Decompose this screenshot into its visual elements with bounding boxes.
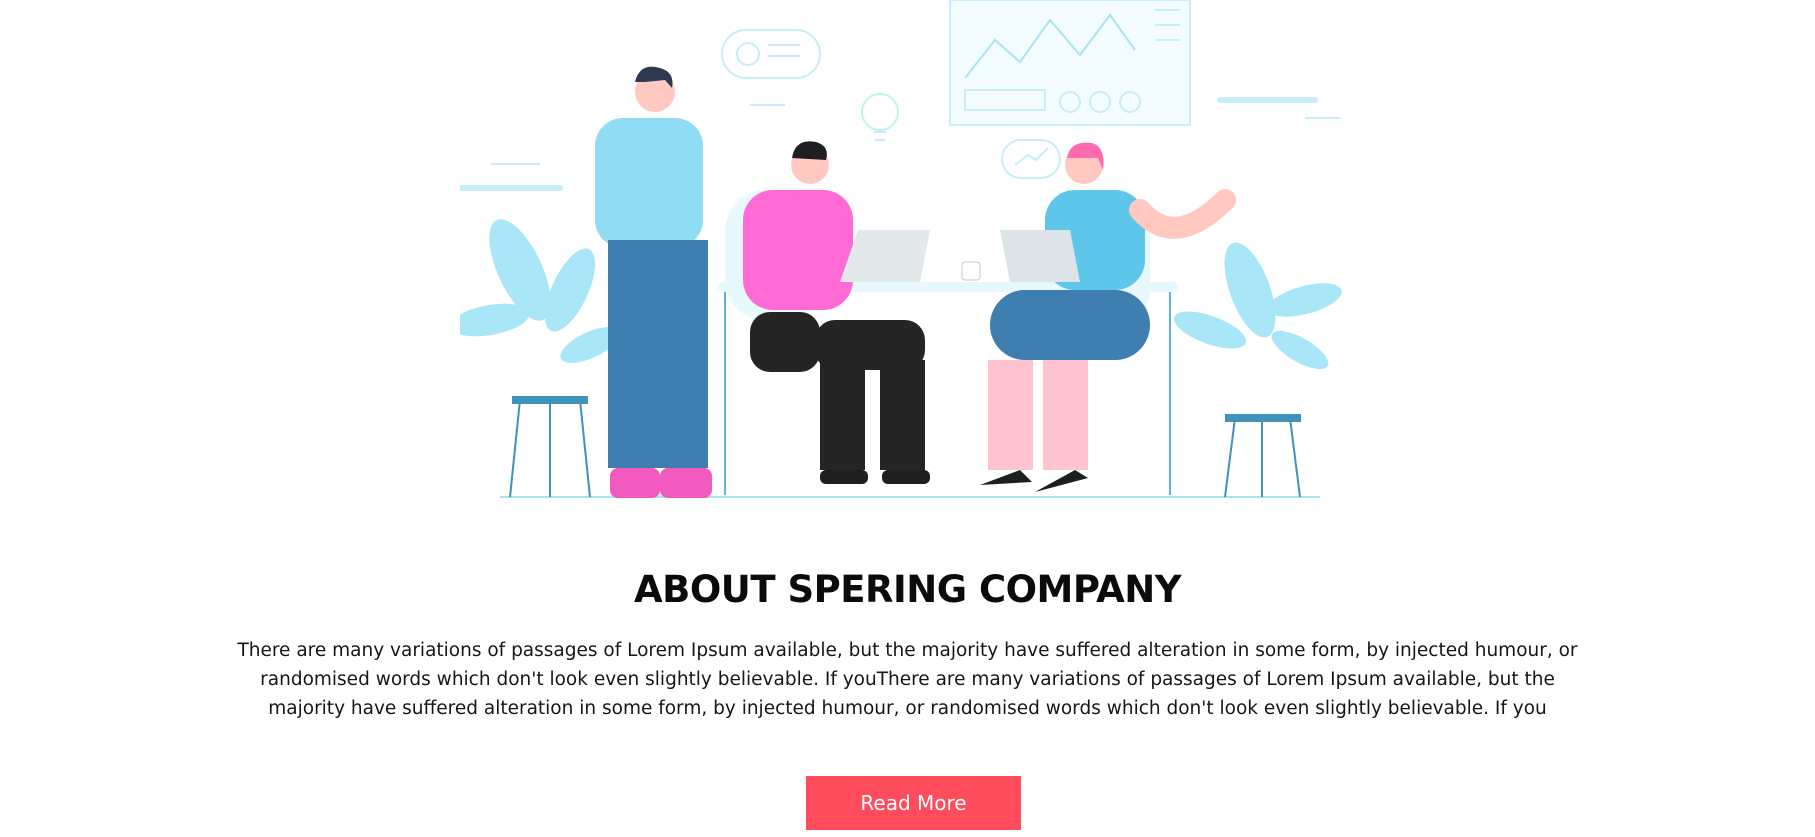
read-more-button[interactable]: Read More (806, 776, 1021, 830)
section-title: ABOUT SPERING COMPANY (633, 568, 1182, 611)
section-description: There are many variations of passages of… (237, 640, 1578, 719)
hero-illustration (460, 0, 1360, 510)
team-meeting-illustration-icon (460, 0, 1342, 498)
about-section: ABOUT SPERING COMPANY There are many var… (0, 566, 1815, 723)
